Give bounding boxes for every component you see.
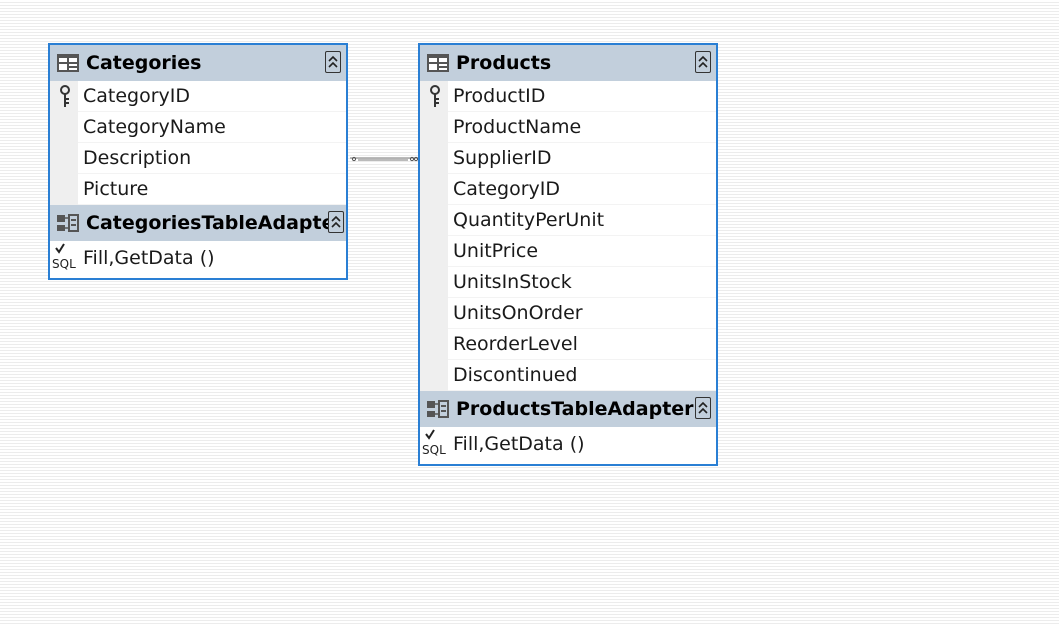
column-name: ProductName: [448, 112, 716, 143]
column-row[interactable]: CategoryID: [50, 81, 346, 112]
tableadapter-header[interactable]: CategoriesTableAdapter: [50, 205, 346, 241]
datatable-icon: [426, 53, 450, 77]
table-title: Products: [456, 52, 552, 74]
column-name: QuantityPerUnit: [448, 205, 716, 236]
column-name: CategoryName: [78, 112, 346, 143]
method-name: Fill,GetData (): [453, 433, 585, 455]
tableadapter-icon: [426, 399, 450, 423]
column-row[interactable]: UnitsInStock: [420, 267, 716, 298]
column-name: ReorderLevel: [448, 329, 716, 360]
column-name: UnitPrice: [448, 236, 716, 267]
query-method-row[interactable]: SQL Fill,GetData (): [420, 427, 716, 460]
column-row[interactable]: ReorderLevel: [420, 329, 716, 360]
tableadapter-title: CategoriesTableAdapter: [86, 212, 344, 234]
column-name: UnitsOnOrder: [448, 298, 716, 329]
tableadapter-icon: [56, 213, 80, 237]
svg-text:SQL: SQL: [422, 443, 446, 457]
categories-header[interactable]: Categories: [50, 45, 346, 81]
tableadapter-header[interactable]: ProductsTableAdapter: [420, 391, 716, 427]
column-row[interactable]: Picture: [50, 174, 346, 205]
collapse-chevron-icon[interactable]: [695, 397, 711, 419]
svg-text:SQL: SQL: [52, 257, 76, 271]
column-row[interactable]: Discontinued: [420, 360, 716, 391]
collapse-chevron-icon[interactable]: [695, 51, 711, 73]
categories-datatable[interactable]: Categories CategoryID CategoryName Descr…: [48, 43, 348, 280]
column-row[interactable]: CategoryName: [50, 112, 346, 143]
products-header[interactable]: Products: [420, 45, 716, 81]
column-name: UnitsInStock: [448, 267, 716, 298]
query-method-row[interactable]: SQL Fill,GetData (): [50, 241, 346, 274]
column-name: ProductID: [448, 81, 716, 112]
column-name: CategoryID: [78, 81, 346, 112]
products-datatable[interactable]: Products ProductID ProductName SupplierI…: [418, 43, 718, 466]
tableadapter-title: ProductsTableAdapter: [456, 398, 694, 420]
collapse-chevron-icon[interactable]: [328, 211, 344, 233]
column-row[interactable]: Description: [50, 143, 346, 174]
column-name: Picture: [78, 174, 346, 205]
column-row[interactable]: SupplierID: [420, 143, 716, 174]
datatable-icon: [56, 53, 80, 77]
column-row[interactable]: UnitPrice: [420, 236, 716, 267]
sql-query-icon: SQL: [52, 242, 78, 272]
method-name: Fill,GetData (): [83, 247, 215, 269]
primary-key-icon: [58, 85, 72, 113]
column-name: SupplierID: [448, 143, 716, 174]
column-row[interactable]: UnitsOnOrder: [420, 298, 716, 329]
table-title: Categories: [86, 52, 202, 74]
column-row[interactable]: QuantityPerUnit: [420, 205, 716, 236]
collapse-chevron-icon[interactable]: [325, 51, 341, 73]
relation-line[interactable]: [348, 154, 420, 164]
sql-query-icon: SQL: [422, 428, 448, 458]
column-row[interactable]: ProductID: [420, 81, 716, 112]
column-name: Description: [78, 143, 346, 174]
primary-key-icon: [428, 85, 442, 113]
column-name: Discontinued: [448, 360, 716, 391]
column-name: CategoryID: [448, 174, 716, 205]
column-row[interactable]: CategoryID: [420, 174, 716, 205]
column-row[interactable]: ProductName: [420, 112, 716, 143]
